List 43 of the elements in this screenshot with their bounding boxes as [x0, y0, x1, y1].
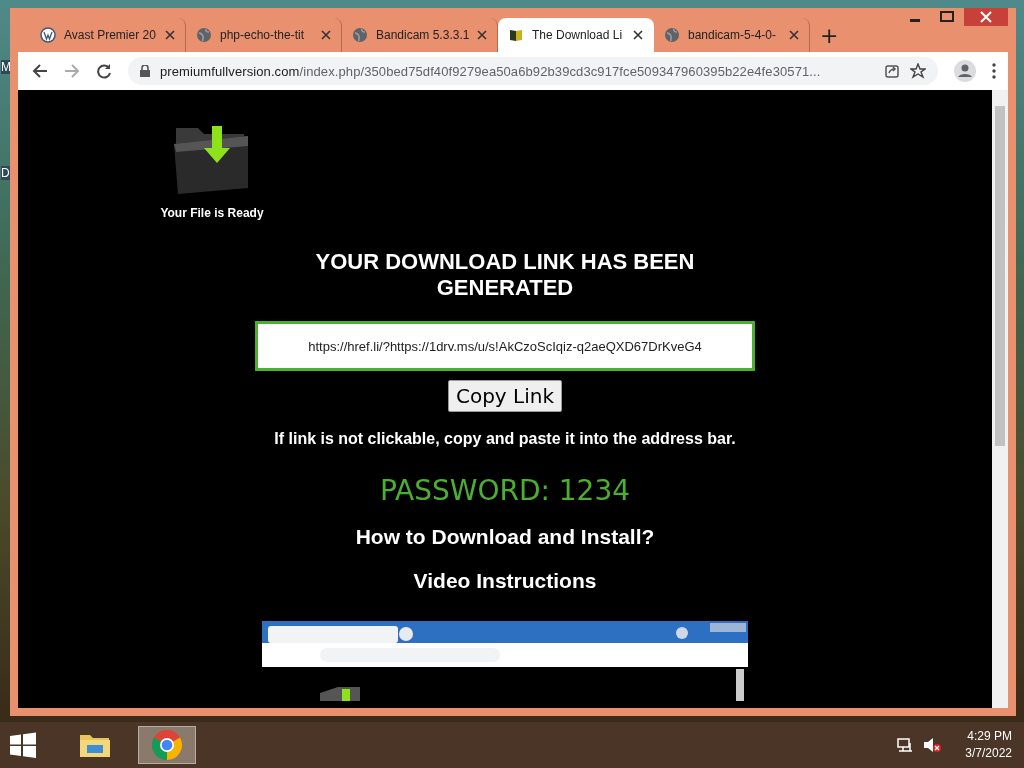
clock-time[interactable]: 4:29 PM	[967, 728, 1012, 745]
tab-title: bandicam-5-4-0-	[688, 28, 778, 42]
tab-title: Avast Premier 20	[64, 28, 157, 42]
reload-icon[interactable]	[96, 63, 112, 79]
tab-title: Bandicam 5.3.3.1	[376, 28, 470, 42]
network-icon[interactable]	[897, 737, 914, 753]
close-icon[interactable]	[477, 30, 488, 40]
url-text: premiumfullversion.com/index.php/350bed75df40f9279ea50a6b92b39cd3c917fce509347960395b22e4fe30571...	[160, 63, 822, 79]
file-ready-caption: Your File is Ready	[160, 206, 264, 220]
scrollbar[interactable]	[992, 90, 1008, 708]
globe-icon	[196, 27, 212, 43]
chrome-icon	[149, 727, 185, 763]
scrollbar-thumb[interactable]	[995, 106, 1005, 446]
speaker-muted-icon[interactable]	[923, 737, 942, 753]
wordpress-icon	[40, 27, 56, 43]
close-icon[interactable]	[633, 30, 643, 40]
section-heading: How to Download and Install?	[355, 525, 655, 549]
tab-title: The Download Li	[532, 28, 624, 42]
address-bar[interactable]: premiumfullversion.com/index.php/350bed75df40f9279ea50a6b92b39cd3c917fce509347960395b22e4fe30571...	[128, 57, 938, 85]
book-icon	[508, 27, 524, 43]
link-field[interactable]: https://href.li/?https://1drv.ms/u/s!AkCzoScIqiz-q2aeQXD67DrKveG4	[255, 321, 755, 371]
section-heading: Video Instructions	[413, 569, 597, 593]
globe-icon	[664, 27, 680, 43]
copy-link-button[interactable]: Copy Link	[447, 380, 562, 412]
browser-tab[interactable]: The Download Li	[498, 18, 654, 52]
windows-start-icon[interactable]	[8, 730, 38, 760]
menu-icon[interactable]	[992, 63, 996, 79]
clock-date[interactable]: 3/7/2022	[965, 745, 1012, 762]
new-tab-button[interactable]: +	[810, 18, 849, 52]
taskbar-button[interactable]	[138, 726, 196, 764]
back-arrow-icon[interactable]	[32, 63, 48, 79]
lock-icon	[140, 65, 150, 77]
tab-title: php-echo-the-tit	[220, 28, 306, 42]
close-icon[interactable]	[321, 30, 331, 40]
star-icon[interactable]	[910, 63, 926, 79]
share-icon[interactable]	[884, 63, 900, 79]
globe-icon	[352, 27, 368, 43]
profile-icon[interactable]	[954, 60, 976, 82]
page-heading: YOUR DOWNLOAD LINK HAS BEEN GENERATED	[314, 249, 696, 301]
close-icon[interactable]	[165, 30, 175, 40]
instruction-text: If link is not clickable, copy and paste it into the address bar.	[274, 430, 736, 448]
close-icon[interactable]	[789, 30, 799, 40]
password-text: PASSWORD: 1234	[379, 474, 631, 507]
